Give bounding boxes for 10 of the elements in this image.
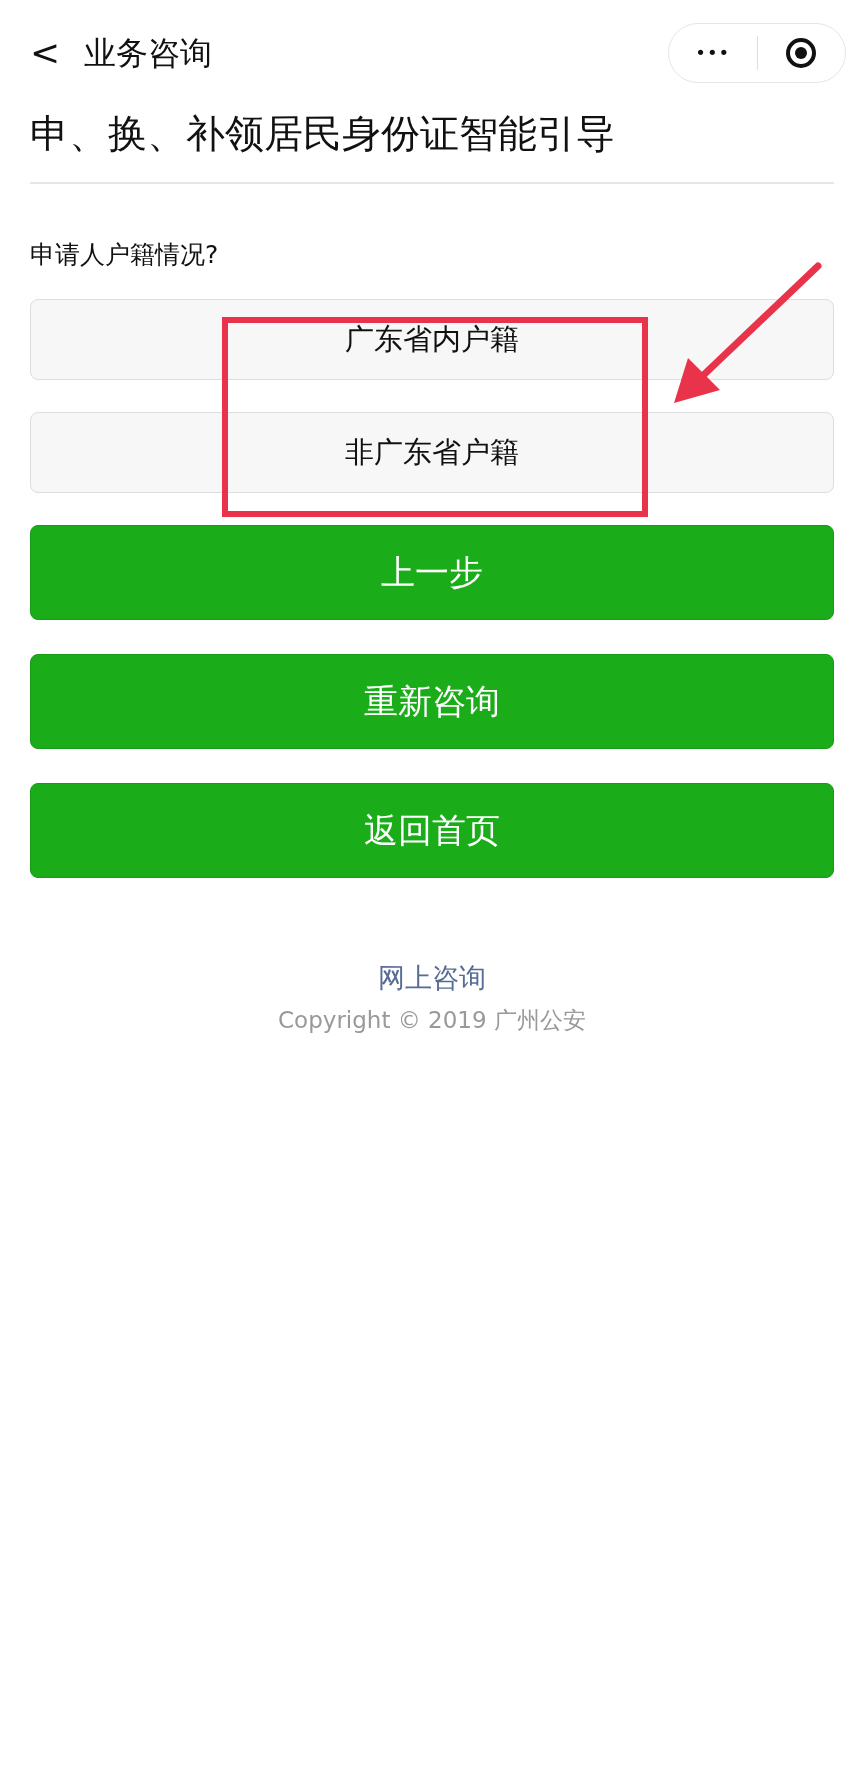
copyright-text: Copyright © 2019 广州公安 — [277, 1005, 587, 1035]
online-consult-link[interactable]: 网上咨询 — [378, 962, 486, 994]
page-title: 业务咨询 — [84, 32, 213, 74]
back-button[interactable]: < — [30, 34, 61, 71]
more-button[interactable]: ••• — [669, 39, 757, 66]
close-target-icon[interactable] — [784, 35, 819, 70]
question-text: 申请人户籍情况? — [30, 238, 220, 271]
option-button[interactable]: 广东省内户籍 — [30, 299, 834, 381]
option-button[interactable]: 非广东省户籍 — [30, 412, 834, 494]
page-heading: 申、换、补领居民身份证智能引导 — [30, 105, 834, 184]
